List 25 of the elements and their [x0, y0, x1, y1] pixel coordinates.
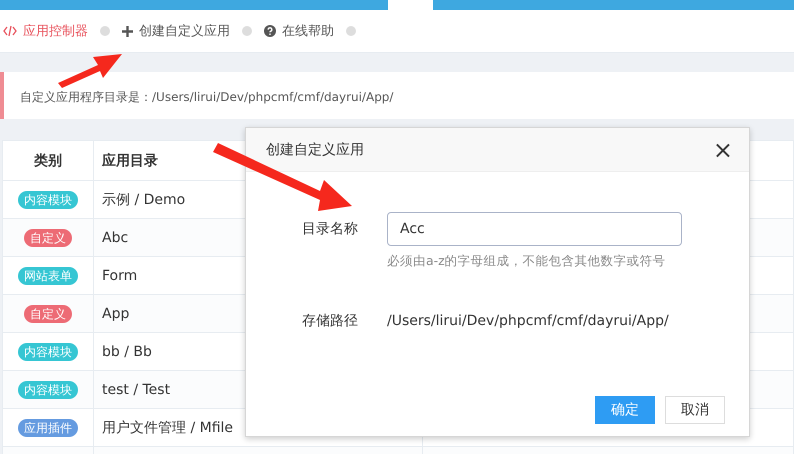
breadcrumb-link[interactable]: 在线帮助	[264, 22, 334, 40]
field-label: 目录名称	[301, 220, 358, 239]
column-header: 类别	[2, 140, 94, 180]
category-tag: 自定义	[24, 228, 72, 246]
separator-dot	[242, 26, 252, 36]
separator-dot	[346, 26, 356, 36]
category-tag: 内容模块	[18, 380, 78, 398]
plus-icon	[122, 26, 133, 36]
help-icon	[264, 25, 276, 37]
separator-dot	[100, 26, 110, 36]
category-tag: 自定义	[24, 304, 72, 322]
notice-text: 自定义应用程序目录是：/Users/lirui/Dev/phpcmf/cmf/dayrui/App/	[20, 90, 394, 104]
field-label: 存储路径	[301, 312, 358, 331]
input-field[interactable]: Acc	[387, 212, 682, 246]
annotation-arrow	[58, 54, 122, 88]
dialog-title: 创建自定义应用	[266, 140, 364, 158]
category-tag: 应用插件	[18, 418, 78, 436]
breadcrumb-link[interactable]: 应用控制器	[3, 22, 88, 40]
category-tag: 内容模块	[18, 190, 78, 208]
close-button[interactable]: ×	[712, 138, 733, 160]
breadcrumb-link[interactable]: 创建自定义应用	[122, 22, 230, 40]
cancel-button[interactable]: 取消	[665, 396, 725, 424]
category-tag: 网站表单	[18, 266, 78, 284]
code-icon	[3, 25, 17, 37]
category-tag: 内容模块	[18, 342, 78, 360]
